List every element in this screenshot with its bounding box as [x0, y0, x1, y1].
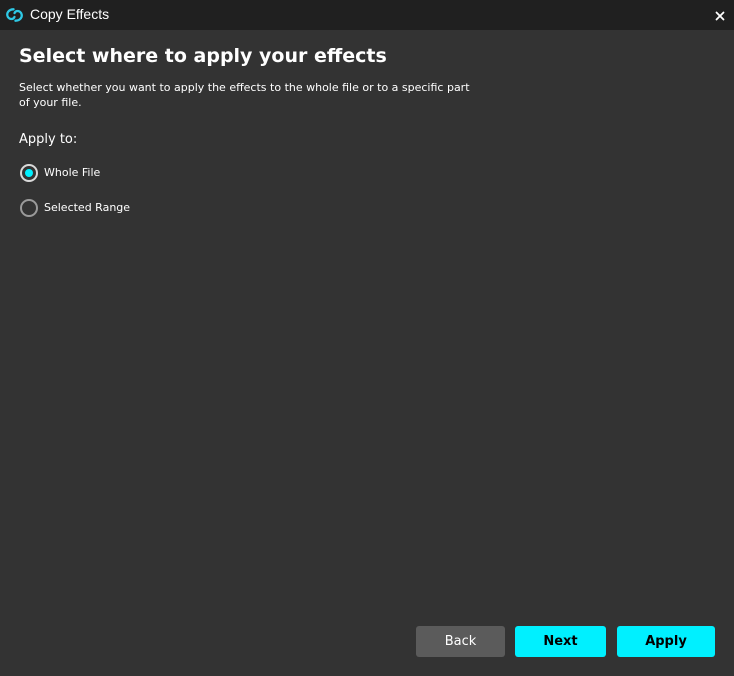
- radio-unchecked-icon[interactable]: [20, 199, 38, 217]
- title-bar: Copy Effects: [0, 0, 734, 30]
- radio-dot-icon: [25, 169, 33, 177]
- next-button[interactable]: Next: [515, 626, 606, 657]
- radio-checked-icon[interactable]: [20, 164, 38, 182]
- whole-file-label: Whole File: [44, 166, 101, 179]
- apply-button[interactable]: Apply: [617, 626, 715, 657]
- window-title: Copy Effects: [30, 6, 110, 22]
- page-description: Select whether you want to apply the eff…: [19, 81, 470, 109]
- apply-to-label: Apply to:: [19, 132, 78, 147]
- page-title: Select where to apply your effects: [19, 45, 387, 67]
- back-button[interactable]: Back: [416, 626, 505, 657]
- swirl-logo-icon: [6, 8, 23, 22]
- selected-range-label: Selected Range: [44, 201, 131, 214]
- close-icon[interactable]: [712, 8, 728, 24]
